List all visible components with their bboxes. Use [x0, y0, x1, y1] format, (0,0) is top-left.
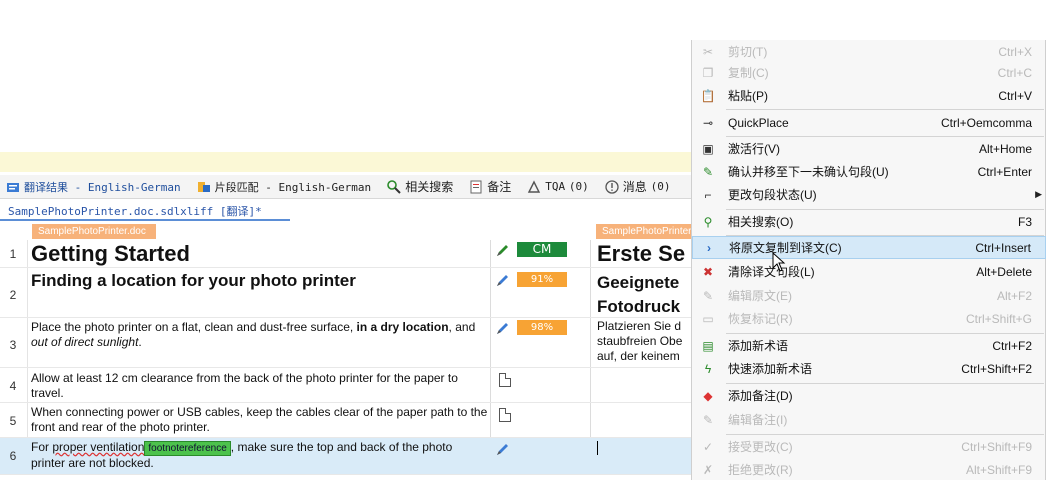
menu-item-add-comment[interactable]: ◆ 添加备注(D): [692, 384, 1046, 407]
scissors-icon: ✂: [702, 44, 714, 59]
segment-number: 3: [9, 338, 17, 352]
untranslated-doc-icon: [499, 373, 511, 387]
menu-item-quick-add-term[interactable]: ϟ 快速添加新术语 Ctrl+Shift+F2: [692, 357, 1046, 380]
edit-comment-icon: ✎: [702, 412, 714, 427]
menu-item-activate-row[interactable]: ▣ 激活行(V) Alt+Home: [692, 137, 1046, 160]
menu-item-confirm-next[interactable]: ✎ 确认并移至下一未确认句段(U) Ctrl+Enter: [692, 160, 1046, 183]
menu-item-quickplace[interactable]: ⊸ QuickPlace Ctrl+Oemcomma: [692, 111, 1046, 134]
context-menu: ✂ 剪切(T) Ctrl+X ❐ 复制(C) Ctrl+C 📋 粘贴(P) Ct…: [691, 40, 1046, 480]
match-percent-badge: 91%: [517, 272, 567, 287]
tab-tqa[interactable]: TQA (0): [521, 179, 589, 194]
menu-item-edit-comment[interactable]: ✎ 编辑备注(I): [692, 408, 1046, 431]
target-document-flag: SamplePhotoPrinter.doc: [596, 224, 696, 239]
fuzzy-pencil-icon: [497, 323, 508, 334]
clear-target-icon: ✖: [702, 264, 714, 279]
segment-number: 1: [9, 247, 17, 261]
segment-row[interactable]: 4 Allow at least 12 cm clearance from th…: [0, 368, 700, 403]
fragment-match-icon: [197, 181, 210, 192]
tqa-icon: [528, 179, 541, 193]
add-comment-icon: ◆: [703, 388, 713, 403]
activate-row-icon: ▣: [702, 141, 714, 156]
results-tabs-bar: 翻译结果 - English-German 片段匹配 - English-Ger…: [0, 175, 700, 199]
info-strip: [0, 152, 700, 172]
concordance-icon: ⚲: [703, 214, 713, 229]
segment-source[interactable]: Finding a location for your photo printe…: [31, 271, 489, 291]
segment-source[interactable]: Getting Started: [31, 241, 489, 267]
menu-separator: [726, 109, 1044, 110]
segment-row[interactable]: 1 Getting Started CM Erste Se: [0, 240, 700, 268]
segment-status: CM: [495, 242, 585, 258]
document-tab-underline: [0, 219, 290, 221]
segment-number: 6: [9, 449, 17, 463]
menu-item-accept-change[interactable]: ✓ 接受更改(C) Ctrl+Shift+F9: [692, 435, 1046, 458]
quickplace-icon: ⊸: [702, 115, 714, 130]
tab-concordance-search[interactable]: 相关搜索: [381, 178, 453, 195]
segment-row[interactable]: 2 Finding a location for your photo prin…: [0, 268, 700, 318]
confirm-icon: ✎: [702, 164, 714, 179]
segment-target[interactable]: Platzieren Sie d staubfreien Obe auf, de…: [597, 319, 697, 364]
match-status-badge: CM: [517, 242, 567, 257]
menu-item-restore-tags[interactable]: ▭ 恢复标记(R) Ctrl+Shift+G: [692, 307, 1046, 330]
document-tab[interactable]: SamplePhotoPrinter.doc.sdlxliff [翻译]*: [8, 203, 262, 219]
menu-item-cut[interactable]: ✂ 剪切(T) Ctrl+X: [692, 40, 1046, 63]
menu-item-change-status[interactable]: ⌐ 更改句段状态(U) ▶: [692, 183, 1046, 206]
menu-item-add-term[interactable]: ▤ 添加新术语 Ctrl+F2: [692, 334, 1046, 357]
fuzzy-pencil-icon: [497, 275, 508, 286]
segment-status: 91%: [495, 272, 585, 288]
concordance-search-icon: [387, 179, 401, 194]
menu-item-copy[interactable]: ❐ 复制(C) Ctrl+C: [692, 61, 1046, 84]
translation-results-icon: [7, 182, 19, 192]
menu-item-reject-change[interactable]: ✗ 拒绝更改(R) Alt+Shift+F9: [692, 458, 1046, 481]
source-document-flag: SamplePhotoPrinter.doc: [32, 224, 156, 239]
segment-source[interactable]: Place the photo printer on a flat, clean…: [31, 320, 489, 350]
paste-icon: 📋: [700, 88, 716, 103]
segment-source[interactable]: For proper ventilation footnotereference,…: [31, 440, 489, 471]
mouse-pointer-icon: [772, 252, 786, 272]
tab-comments[interactable]: 备注: [463, 178, 511, 195]
reject-change-icon: ✗: [702, 462, 714, 477]
confirmed-pencil-icon: [497, 245, 508, 256]
add-term-icon: ▤: [702, 338, 714, 353]
tab-fragment-match[interactable]: 片段匹配 - English-German: [191, 179, 371, 195]
menu-item-edit-source[interactable]: ✎ 编辑原文(E) Alt+F2: [692, 284, 1046, 307]
text-cursor: [597, 441, 598, 455]
untranslated-doc-icon: [499, 408, 511, 422]
menu-item-paste[interactable]: 📋 粘贴(P) Ctrl+V: [692, 84, 1046, 107]
copy-icon: ❐: [702, 65, 714, 80]
edit-pencil-icon: [497, 444, 508, 455]
restore-tags-icon: ▭: [702, 311, 714, 326]
menu-item-concordance[interactable]: ⚲ 相关搜索(O) F3: [692, 210, 1046, 233]
messages-icon: [605, 179, 619, 194]
change-status-icon: ⌐: [704, 187, 712, 202]
menu-item-copy-source-to-target[interactable]: › 将原文复制到译文(C) Ctrl+Insert: [692, 236, 1046, 259]
segment-number: 4: [9, 379, 17, 393]
menu-item-clear-target[interactable]: ✖ 清除译文句段(L) Alt+Delete: [692, 260, 1046, 283]
segment-status: [495, 408, 585, 422]
match-percent-badge: 98%: [517, 320, 567, 335]
segment-target[interactable]: Erste Se: [597, 241, 697, 267]
segment-status: 98%: [495, 320, 585, 336]
edit-source-icon: ✎: [702, 288, 714, 303]
segment-number: 2: [9, 288, 17, 302]
segment-source[interactable]: Allow at least 12 cm clearance from the …: [31, 371, 489, 401]
segment-target[interactable]: Geeignete Fotodruck: [597, 271, 697, 319]
copy-source-icon: ›: [707, 240, 711, 255]
segment-status: [495, 373, 585, 387]
segment-source[interactable]: When connecting power or USB cables, kee…: [31, 405, 489, 435]
segment-number: 5: [9, 414, 17, 428]
tab-translation-results[interactable]: 翻译结果 - English-German: [0, 179, 181, 195]
segment-status: [495, 441, 585, 457]
accept-change-icon: ✓: [702, 439, 714, 454]
footnote-tag[interactable]: footnotereference: [144, 441, 231, 456]
tab-messages[interactable]: 消息 (0): [599, 178, 671, 195]
quick-add-term-icon: ϟ: [704, 361, 712, 376]
segment-row-active[interactable]: 6 For proper ventilation footnotereferenc…: [0, 438, 700, 475]
segment-row[interactable]: 5 When connecting power or USB cables, k…: [0, 403, 700, 438]
segment-row[interactable]: 3 Place the photo printer on a flat, cle…: [0, 318, 700, 368]
comments-icon: [470, 180, 482, 193]
submenu-arrow-icon: ▶: [1035, 189, 1042, 199]
